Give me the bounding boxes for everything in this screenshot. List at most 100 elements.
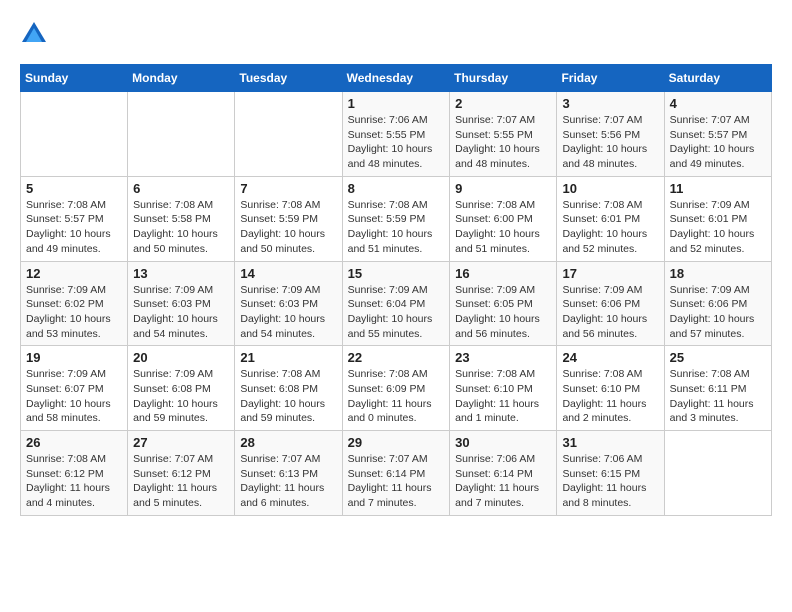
calendar-cell: 26 Sunrise: 7:08 AMSunset: 6:12 PMDayligh… xyxy=(21,431,128,516)
day-number: 1 xyxy=(348,96,445,111)
day-info: Sunrise: 7:09 AMSunset: 6:05 PMDaylight:… xyxy=(455,283,551,342)
day-info: Sunrise: 7:08 AMSunset: 5:59 PMDaylight:… xyxy=(348,198,445,257)
day-number: 17 xyxy=(562,266,658,281)
weekday-header-tuesday: Tuesday xyxy=(235,65,342,92)
day-info: Sunrise: 7:08 AMSunset: 5:57 PMDaylight:… xyxy=(26,198,122,257)
calendar-cell: 27 Sunrise: 7:07 AMSunset: 6:12 PMDayligh… xyxy=(128,431,235,516)
calendar-cell: 23 Sunrise: 7:08 AMSunset: 6:10 PMDayligh… xyxy=(450,346,557,431)
calendar-cell xyxy=(664,431,771,516)
weekday-header-saturday: Saturday xyxy=(664,65,771,92)
day-number: 11 xyxy=(670,181,766,196)
calendar-cell: 6 Sunrise: 7:08 AMSunset: 5:58 PMDaylight… xyxy=(128,176,235,261)
calendar-cell: 1Sunrise: 7:06 AMSunset: 5:55 PMDaylight… xyxy=(342,92,450,177)
calendar-cell: 21Sunrise: 7:08 AMSunset: 6:08 PMDayligh… xyxy=(235,346,342,431)
day-number: 20 xyxy=(133,350,229,365)
day-number: 13 xyxy=(133,266,229,281)
page-container: SundayMondayTuesdayWednesdayThursdayFrid… xyxy=(20,20,772,516)
day-number: 30 xyxy=(455,435,551,450)
calendar-cell: 12Sunrise: 7:09 AMSunset: 6:02 PMDayligh… xyxy=(21,261,128,346)
calendar-cell: 7Sunrise: 7:08 AMSunset: 5:59 PMDaylight… xyxy=(235,176,342,261)
day-number: 6 xyxy=(133,181,229,196)
day-number: 12 xyxy=(26,266,122,281)
weekday-header-wednesday: Wednesday xyxy=(342,65,450,92)
day-info: Sunrise: 7:09 AMSunset: 6:03 PMDaylight:… xyxy=(240,283,336,342)
logo-icon xyxy=(20,20,48,48)
calendar-cell: 22 Sunrise: 7:08 AMSunset: 6:09 PMDayligh… xyxy=(342,346,450,431)
day-info: Sunrise: 7:07 AMSunset: 6:14 PMDaylight:… xyxy=(348,452,445,511)
day-info: Sunrise: 7:08 AMSunset: 6:11 PMDaylight:… xyxy=(670,367,766,426)
calendar-header: SundayMondayTuesdayWednesdayThursdayFrid… xyxy=(21,65,772,92)
calendar-body: 1Sunrise: 7:06 AMSunset: 5:55 PMDaylight… xyxy=(21,92,772,516)
day-info: Sunrise: 7:07 AMSunset: 6:12 PMDaylight:… xyxy=(133,452,229,511)
day-info: Sunrise: 7:07 AMSunset: 5:55 PMDaylight:… xyxy=(455,113,551,172)
calendar-cell: 29Sunrise: 7:07 AMSunset: 6:14 PMDayligh… xyxy=(342,431,450,516)
day-number: 19 xyxy=(26,350,122,365)
calendar-cell: 9 Sunrise: 7:08 AMSunset: 6:00 PMDaylight… xyxy=(450,176,557,261)
day-number: 28 xyxy=(240,435,336,450)
day-info: Sunrise: 7:07 AMSunset: 5:57 PMDaylight:… xyxy=(670,113,766,172)
day-info: Sunrise: 7:06 AMSunset: 6:14 PMDaylight:… xyxy=(455,452,551,511)
weekday-header-monday: Monday xyxy=(128,65,235,92)
day-info: Sunrise: 7:08 AMSunset: 6:00 PMDaylight:… xyxy=(455,198,551,257)
logo-area xyxy=(20,20,52,48)
day-number: 18 xyxy=(670,266,766,281)
calendar-cell: 14 Sunrise: 7:09 AMSunset: 6:03 PMDayligh… xyxy=(235,261,342,346)
weekday-header-thursday: Thursday xyxy=(450,65,557,92)
calendar-cell xyxy=(21,92,128,177)
day-info: Sunrise: 7:07 AMSunset: 6:13 PMDaylight:… xyxy=(240,452,336,511)
calendar-cell: 28 Sunrise: 7:07 AMSunset: 6:13 PMDayligh… xyxy=(235,431,342,516)
day-number: 9 xyxy=(455,181,551,196)
day-number: 5 xyxy=(26,181,122,196)
day-number: 26 xyxy=(26,435,122,450)
calendar-cell: 8 Sunrise: 7:08 AMSunset: 5:59 PMDaylight… xyxy=(342,176,450,261)
calendar-cell: 16Sunrise: 7:09 AMSunset: 6:05 PMDayligh… xyxy=(450,261,557,346)
calendar-cell: 3Sunrise: 7:07 AMSunset: 5:56 PMDaylight… xyxy=(557,92,664,177)
day-info: Sunrise: 7:09 AMSunset: 6:06 PMDaylight:… xyxy=(562,283,658,342)
header xyxy=(20,20,772,48)
calendar-cell: 20 Sunrise: 7:09 AMSunset: 6:08 PMDayligh… xyxy=(128,346,235,431)
calendar-cell xyxy=(128,92,235,177)
day-number: 8 xyxy=(348,181,445,196)
day-info: Sunrise: 7:08 AMSunset: 6:09 PMDaylight:… xyxy=(348,367,445,426)
day-info: Sunrise: 7:06 AMSunset: 6:15 PMDaylight:… xyxy=(562,452,658,511)
calendar-cell: 11 Sunrise: 7:09 AMSunset: 6:01 PMDayligh… xyxy=(664,176,771,261)
day-number: 22 xyxy=(348,350,445,365)
day-number: 21 xyxy=(240,350,336,365)
calendar-table: SundayMondayTuesdayWednesdayThursdayFrid… xyxy=(20,64,772,516)
calendar-week-2: 5 Sunrise: 7:08 AMSunset: 5:57 PMDaylight… xyxy=(21,176,772,261)
day-number: 15 xyxy=(348,266,445,281)
day-number: 24 xyxy=(562,350,658,365)
day-number: 14 xyxy=(240,266,336,281)
day-info: Sunrise: 7:09 AMSunset: 6:08 PMDaylight:… xyxy=(133,367,229,426)
day-info: Sunrise: 7:08 AMSunset: 6:01 PMDaylight:… xyxy=(562,198,658,257)
day-info: Sunrise: 7:09 AMSunset: 6:01 PMDaylight:… xyxy=(670,198,766,257)
day-info: Sunrise: 7:08 AMSunset: 5:59 PMDaylight:… xyxy=(240,198,336,257)
calendar-cell: 24Sunrise: 7:08 AMSunset: 6:10 PMDayligh… xyxy=(557,346,664,431)
day-info: Sunrise: 7:09 AMSunset: 6:04 PMDaylight:… xyxy=(348,283,445,342)
day-number: 10 xyxy=(562,181,658,196)
calendar-cell: 10 Sunrise: 7:08 AMSunset: 6:01 PMDayligh… xyxy=(557,176,664,261)
day-info: Sunrise: 7:08 AMSunset: 6:10 PMDaylight:… xyxy=(455,367,551,426)
day-number: 27 xyxy=(133,435,229,450)
calendar-cell: 4 Sunrise: 7:07 AMSunset: 5:57 PMDaylight… xyxy=(664,92,771,177)
day-number: 25 xyxy=(670,350,766,365)
calendar-cell: 5 Sunrise: 7:08 AMSunset: 5:57 PMDaylight… xyxy=(21,176,128,261)
calendar-cell: 15 Sunrise: 7:09 AMSunset: 6:04 PMDayligh… xyxy=(342,261,450,346)
day-number: 31 xyxy=(562,435,658,450)
day-info: Sunrise: 7:09 AMSunset: 6:07 PMDaylight:… xyxy=(26,367,122,426)
weekday-header-friday: Friday xyxy=(557,65,664,92)
calendar-cell: 18Sunrise: 7:09 AMSunset: 6:06 PMDayligh… xyxy=(664,261,771,346)
calendar-cell: 13 Sunrise: 7:09 AMSunset: 6:03 PMDayligh… xyxy=(128,261,235,346)
weekday-header-row: SundayMondayTuesdayWednesdayThursdayFrid… xyxy=(21,65,772,92)
day-number: 4 xyxy=(670,96,766,111)
calendar-week-4: 19 Sunrise: 7:09 AMSunset: 6:07 PMDayligh… xyxy=(21,346,772,431)
calendar-week-1: 1Sunrise: 7:06 AMSunset: 5:55 PMDaylight… xyxy=(21,92,772,177)
calendar-cell: 25 Sunrise: 7:08 AMSunset: 6:11 PMDayligh… xyxy=(664,346,771,431)
day-number: 23 xyxy=(455,350,551,365)
day-info: Sunrise: 7:08 AMSunset: 5:58 PMDaylight:… xyxy=(133,198,229,257)
day-info: Sunrise: 7:08 AMSunset: 6:12 PMDaylight:… xyxy=(26,452,122,511)
day-info: Sunrise: 7:09 AMSunset: 6:03 PMDaylight:… xyxy=(133,283,229,342)
calendar-cell: 17 Sunrise: 7:09 AMSunset: 6:06 PMDayligh… xyxy=(557,261,664,346)
weekday-header-sunday: Sunday xyxy=(21,65,128,92)
calendar-week-5: 26 Sunrise: 7:08 AMSunset: 6:12 PMDayligh… xyxy=(21,431,772,516)
